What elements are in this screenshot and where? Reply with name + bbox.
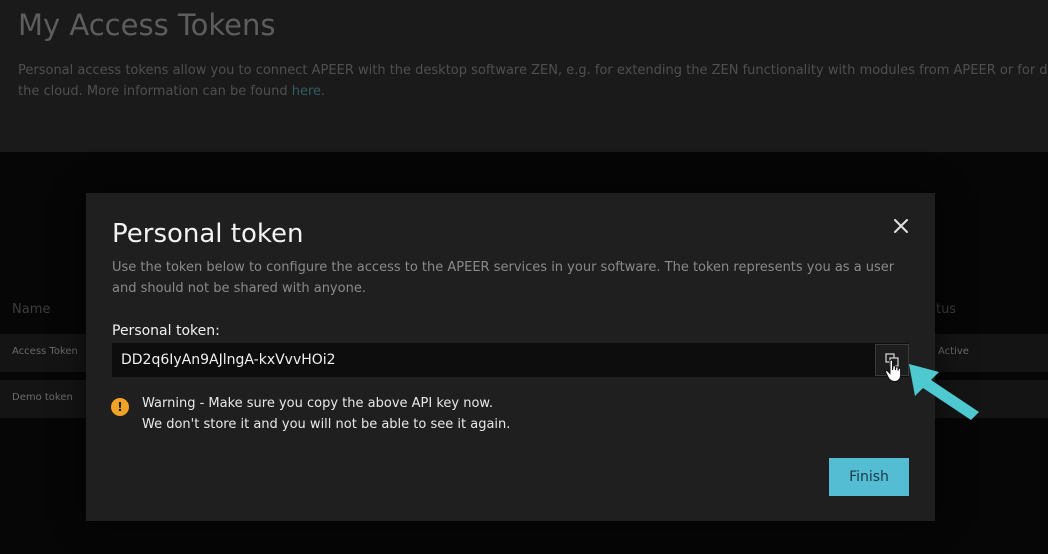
token-status: Active — [938, 346, 969, 357]
column-header-name: Name — [12, 302, 51, 317]
token-name: Demo token — [12, 392, 73, 403]
warning-line-1: Warning - Make sure you copy the above A… — [142, 396, 493, 411]
warning-line-2: We don't store it and you will not be ab… — [142, 417, 511, 432]
page-description: Personal access tokens allow you to conn… — [18, 60, 1048, 102]
page-description-line1: Personal access tokens allow you to conn… — [18, 63, 1048, 78]
page-description-line2: the cloud. More information can be found — [18, 84, 292, 99]
warning-message: Warning - Make sure you copy the above A… — [142, 393, 510, 435]
dialog-title: Personal token — [112, 219, 304, 249]
close-button[interactable] — [888, 213, 914, 239]
page-header: My Access Tokens Personal access tokens … — [0, 0, 1048, 152]
hand-cursor-icon — [885, 359, 902, 383]
page-title: My Access Tokens — [18, 8, 276, 42]
personal-token-dialog: Personal token Use the token below to co… — [86, 193, 935, 521]
token-name: Access Token — [12, 346, 78, 357]
dialog-description: Use the token below to configure the acc… — [112, 260, 895, 296]
link-suffix: . — [321, 84, 326, 99]
token-field[interactable] — [112, 343, 909, 377]
warning-icon: ! — [111, 398, 129, 416]
token-label: Personal token: — [112, 323, 220, 339]
finish-button[interactable]: Finish — [829, 458, 909, 496]
close-icon — [894, 219, 908, 233]
more-info-link[interactable]: here — [292, 84, 321, 99]
annotation-arrow-icon — [909, 364, 979, 420]
